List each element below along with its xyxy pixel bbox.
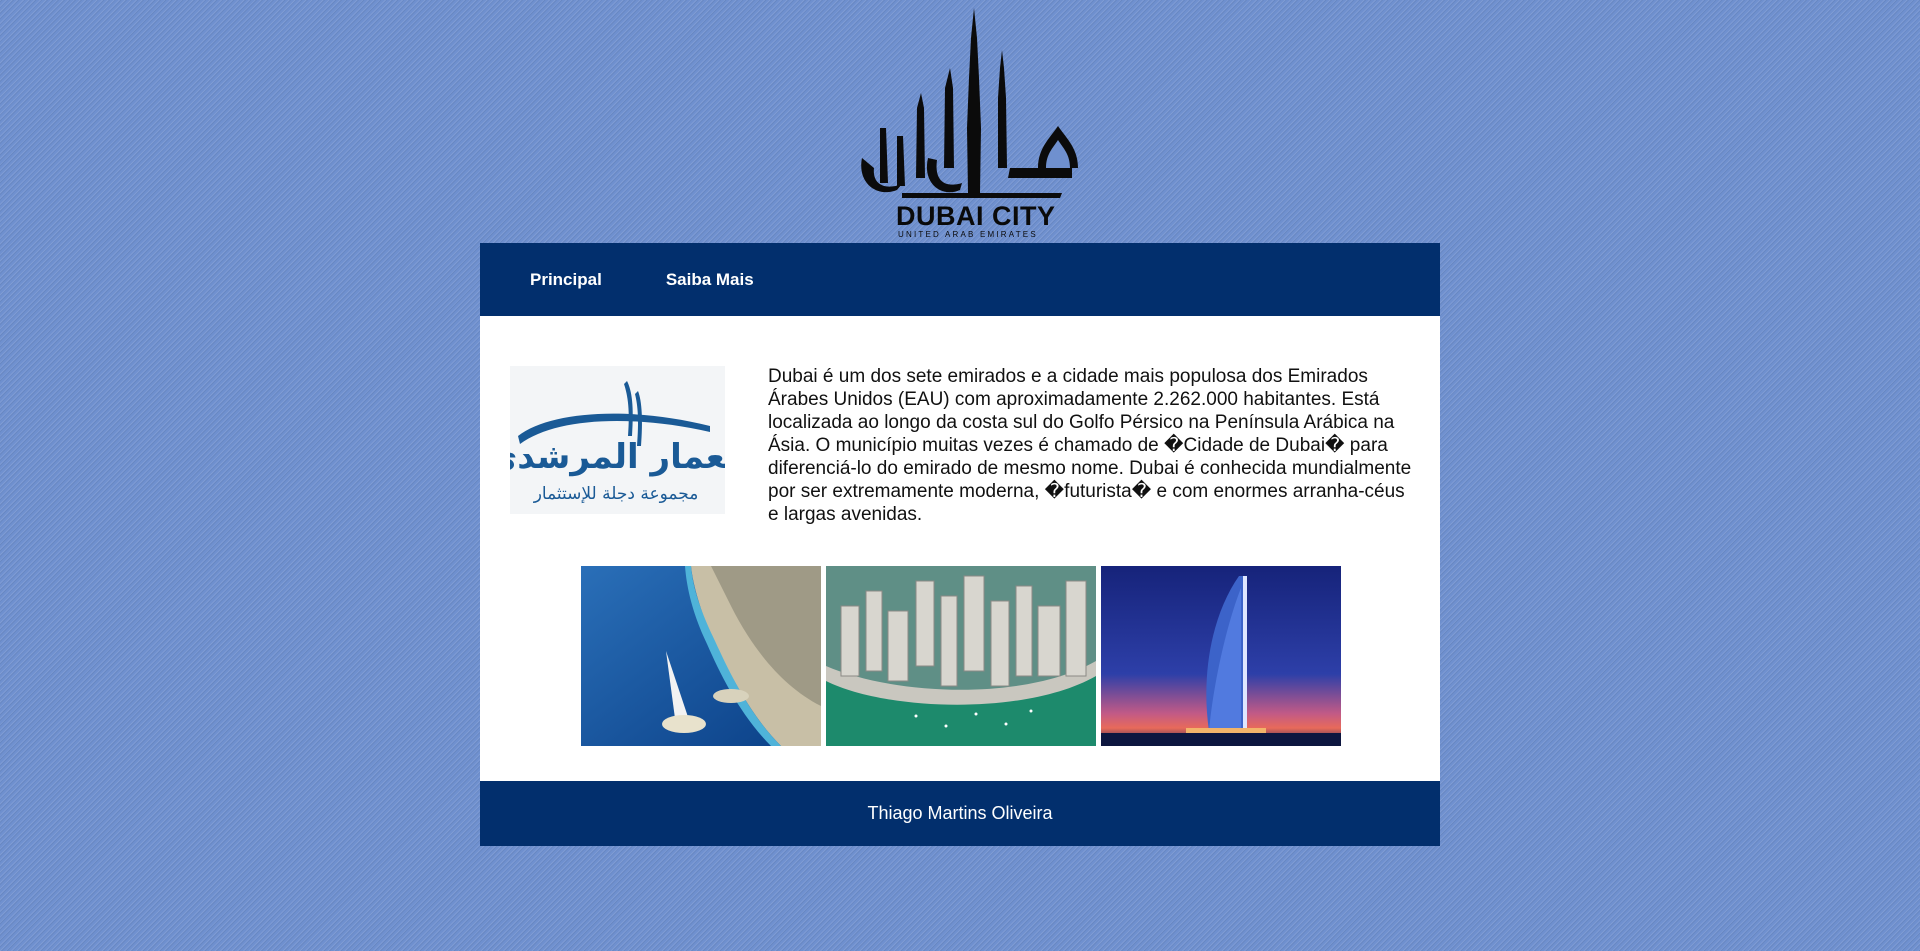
dubai-marina-towers-photo [826,566,1096,746]
muamar-almurshidi-logo: معمار المرشدي مجموعة دجلة للإستثمار [486,366,746,514]
brand-logo-title: معمار المرشدي [510,437,725,477]
brand-logo-subtitle: مجموعة دجلة للإستثمار [533,484,699,504]
dubai-skyline-icon [861,8,1078,198]
brand-logo-icon: معمار المرشدي مجموعة دجلة للإستثمار [486,381,746,504]
nav-item-principal[interactable]: Principal [530,270,602,290]
dubai-coast-aerial-photo [581,566,821,746]
main-content: معمار المرشدي مجموعة دجلة للإستثمار Duba… [480,316,1440,781]
page-container: Principal Saiba Mais معمار المرشدي مجموع… [480,243,1440,846]
photo-gallery [581,566,1341,746]
nav-item-saiba-mais[interactable]: Saiba Mais [666,270,754,290]
city-description: Dubai é um dos sete emirados e a cidade … [768,366,1412,525]
logo-subtitle: UNITED ARAB EMIRATES [898,230,1038,239]
burj-al-arab-night-photo [1101,566,1341,746]
dubai-city-logo: DUBAI CITY UNITED ARAB EMIRATES [842,8,1078,240]
footer-author: Thiago Martins Oliveira [867,803,1053,823]
footer: Thiago Martins Oliveira [480,781,1440,846]
main-nav: Principal Saiba Mais [480,243,1440,316]
logo-title: DUBAI CITY [896,201,1056,231]
